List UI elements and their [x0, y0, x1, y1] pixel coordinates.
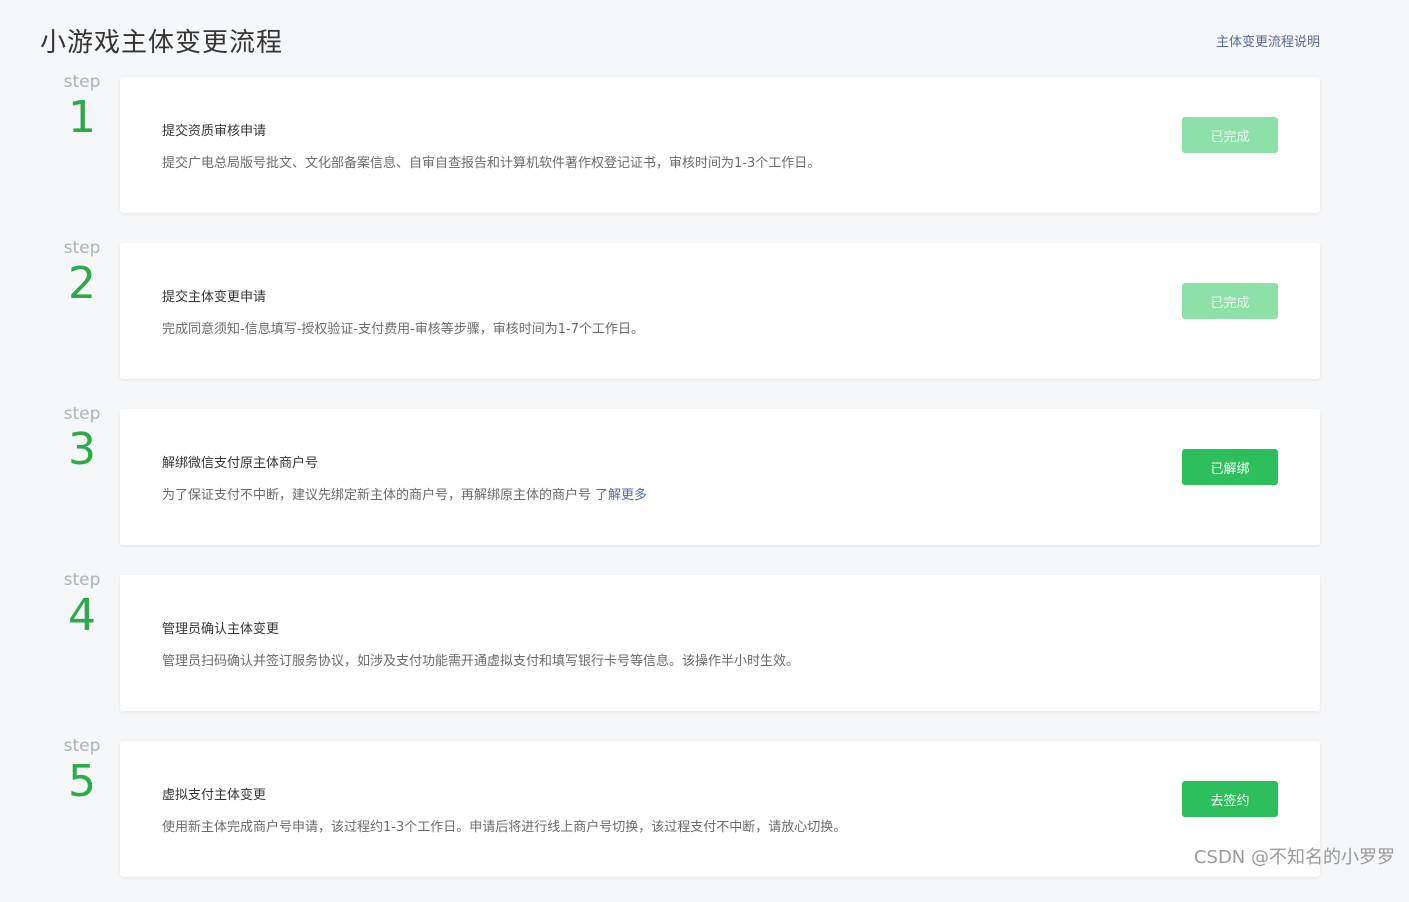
step-card: 提交主体变更申请 完成同意须知-信息填写-授权验证-支付费用-审核等步骤，审核时…: [120, 243, 1320, 379]
step-title: 提交主体变更申请: [162, 286, 266, 305]
learn-more-link[interactable]: 了解更多: [595, 488, 647, 503]
step-description: 为了保证支付不中断，建议先绑定新主体的商户号，再解绑原主体的商户号了解更多: [162, 484, 647, 503]
step-list: step 1 提交资质审核申请 提交广电总局版号批文、文化部备案信息、自审自查报…: [0, 72, 1409, 902]
step-label: step 5: [40, 736, 124, 806]
step-row-4: step 4 管理员确认主体变更 管理员扫码确认并签订服务协议，如涉及支付功能需…: [0, 570, 1409, 736]
step-description: 管理员扫码确认并签订服务协议，如涉及支付功能需开通虚拟支付和填写银行卡号等信息。…: [162, 650, 799, 669]
step-card: 虚拟支付主体变更 使用新主体完成商户号申请，该过程约1-3个工作日。申请后将进行…: [120, 741, 1320, 877]
step-number: 4: [40, 592, 124, 640]
sign-contract-button[interactable]: 去签约: [1182, 781, 1278, 817]
step-card: 解绑微信支付原主体商户号 为了保证支付不中断，建议先绑定新主体的商户号，再解绑原…: [120, 409, 1320, 545]
step-word: step: [40, 238, 124, 258]
completed-button[interactable]: 已完成: [1182, 117, 1278, 153]
step-row-3: step 3 解绑微信支付原主体商户号 为了保证支付不中断，建议先绑定新主体的商…: [0, 404, 1409, 570]
step-number: 3: [40, 426, 124, 474]
watermark: CSDN @不知名的小罗罗: [1194, 843, 1395, 869]
step-label: step 4: [40, 570, 124, 640]
step-number: 5: [40, 758, 124, 806]
step-row-5: step 5 虚拟支付主体变更 使用新主体完成商户号申请，该过程约1-3个工作日…: [0, 736, 1409, 902]
step-label: step 2: [40, 238, 124, 308]
step-word: step: [40, 570, 124, 590]
step-word: step: [40, 72, 124, 92]
step-word: step: [40, 736, 124, 756]
step-title: 解绑微信支付原主体商户号: [162, 452, 318, 471]
step-description: 使用新主体完成商户号申请，该过程约1-3个工作日。申请后将进行线上商户号切换，该…: [162, 816, 846, 835]
step-row-1: step 1 提交资质审核申请 提交广电总局版号批文、文化部备案信息、自审自查报…: [0, 72, 1409, 238]
step-label: step 3: [40, 404, 124, 474]
step-number: 2: [40, 260, 124, 308]
step-title: 管理员确认主体变更: [162, 618, 279, 637]
step-title: 虚拟支付主体变更: [162, 784, 266, 803]
page-title: 小游戏主体变更流程: [40, 22, 283, 59]
step-description: 提交广电总局版号批文、文化部备案信息、自审自查报告和计算机软件著作权登记证书，审…: [162, 152, 820, 171]
step-card: 提交资质审核申请 提交广电总局版号批文、文化部备案信息、自审自查报告和计算机软件…: [120, 77, 1320, 213]
step-word: step: [40, 404, 124, 424]
step-label: step 1: [40, 72, 124, 142]
step-description: 完成同意须知-信息填写-授权验证-支付费用-审核等步骤，审核时间为1-7个工作日…: [162, 318, 644, 337]
step-number: 1: [40, 94, 124, 142]
step-description-text: 为了保证支付不中断，建议先绑定新主体的商户号，再解绑原主体的商户号: [162, 488, 591, 503]
completed-button[interactable]: 已完成: [1182, 283, 1278, 319]
help-link[interactable]: 主体变更流程说明: [1216, 31, 1320, 50]
step-title: 提交资质审核申请: [162, 120, 266, 139]
unbound-button[interactable]: 已解绑: [1182, 449, 1278, 485]
step-card: 管理员确认主体变更 管理员扫码确认并签订服务协议，如涉及支付功能需开通虚拟支付和…: [120, 575, 1320, 711]
step-row-2: step 2 提交主体变更申请 完成同意须知-信息填写-授权验证-支付费用-审核…: [0, 238, 1409, 404]
